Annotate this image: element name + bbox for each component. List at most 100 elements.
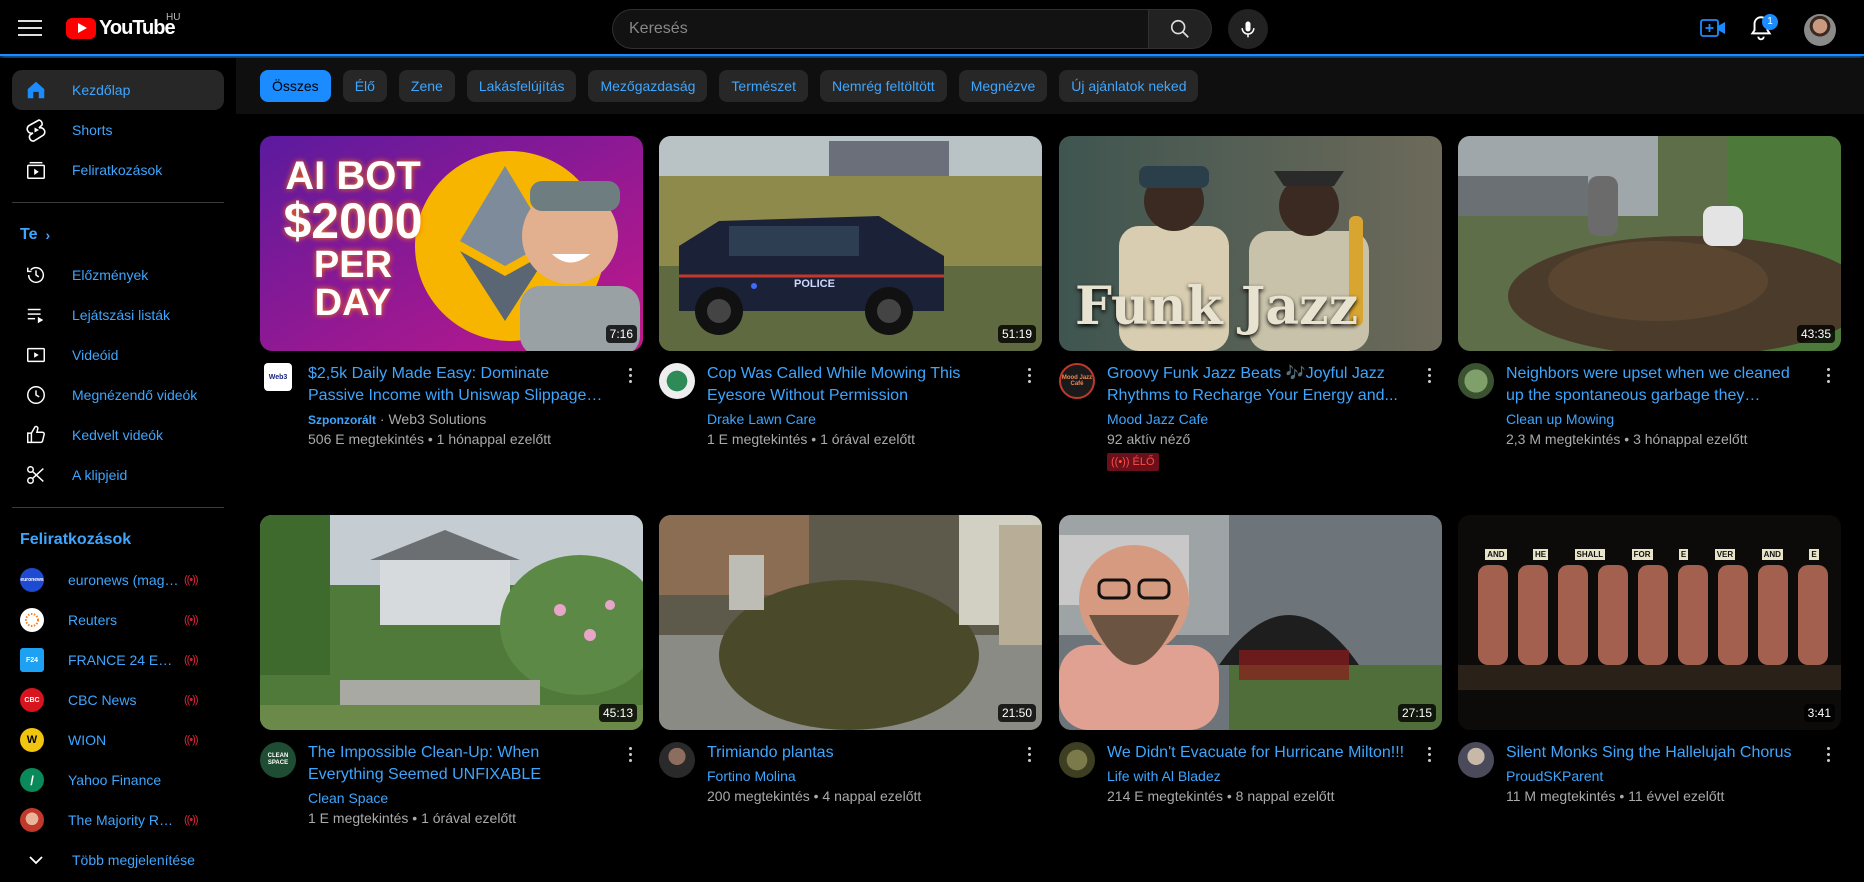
channel-name[interactable]: ProudSKParent <box>1506 768 1603 784</box>
channel-name[interactable]: Web3 Solutions <box>388 411 486 427</box>
video-duration: 51:19 <box>997 325 1036 343</box>
video-card: 27:15 We Didn't Evacuate for Hurricane M… <box>1059 515 1442 852</box>
video-duration: 27:15 <box>1397 704 1436 722</box>
chip-all[interactable]: Összes <box>260 70 331 102</box>
youtube-logo[interactable]: YouTube <box>66 16 176 40</box>
channel-name[interactable]: Clean Space <box>308 790 388 806</box>
sidebar-item-subscriptions[interactable]: Feliratkozások <box>12 150 224 190</box>
channel-avatar[interactable] <box>1458 742 1494 778</box>
chip-agriculture[interactable]: Mezőgazdaság <box>588 70 708 102</box>
account-avatar[interactable] <box>1804 14 1836 46</box>
sidebar-item-history[interactable]: Előzmények <box>12 255 224 295</box>
chip-recently-uploaded[interactable]: Nemrég feltöltött <box>819 70 947 102</box>
channel-avatar[interactable]: Mood Jazz Café <box>1059 363 1095 399</box>
channel-avatar[interactable]: Web3 <box>264 363 292 391</box>
video-title[interactable]: The Impossible Clean-Up: When Everything… <box>308 742 608 786</box>
more-options-icon[interactable] <box>1818 742 1838 766</box>
channel-avatar[interactable] <box>659 742 695 778</box>
video-card: AI BOT $2000 PER DAY 7:16 Web3 $2,5k Dai… <box>260 136 643 473</box>
chip-live[interactable]: Élő <box>342 70 387 102</box>
video-title[interactable]: Cop Was Called While Mowing This Eyesore… <box>707 363 1007 407</box>
create-button[interactable] <box>1700 16 1726 40</box>
more-options-icon[interactable] <box>1019 742 1039 766</box>
channel-name[interactable]: Life with Al Bladez <box>1107 768 1221 784</box>
video-thumbnail[interactable]: 43:35 <box>1458 136 1841 351</box>
channel-avatar <box>20 808 44 832</box>
video-stats: 92 aktív néző <box>1107 431 1191 447</box>
video-title[interactable]: Groovy Funk Jazz Beats 🎶Joyful Jazz Rhyt… <box>1107 363 1407 407</box>
sidebar-item-playlists[interactable]: Lejátszási listák <box>12 295 224 335</box>
video-thumbnail[interactable]: Funk Jazz <box>1059 136 1442 351</box>
menu-icon[interactable] <box>18 16 42 40</box>
video-title[interactable]: Neighbors were upset when we cleaned up … <box>1506 363 1806 407</box>
channel-name[interactable]: Mood Jazz Cafe <box>1107 411 1208 427</box>
subscription-item[interactable]: W WION ((•)) <box>12 720 224 760</box>
sidebar-item-clips[interactable]: A klipjeid <box>12 455 224 495</box>
video-thumbnail[interactable]: 45:13 <box>260 515 643 730</box>
video-channel: Szponzorált · Web3 Solutions <box>308 411 486 427</box>
sidebar-item-watch-later[interactable]: Megnézendő videók <box>12 375 224 415</box>
sidebar-you-header[interactable]: Te › <box>12 215 224 255</box>
subscription-item[interactable]: euronews euronews (magyar) ((•)) <box>12 560 224 600</box>
video-thumbnail[interactable]: 21:50 <box>659 515 1042 730</box>
video-stats: 214 E megtekintés • 8 nappal ezelőtt <box>1107 788 1335 804</box>
video-thumbnail[interactable]: 27:15 <box>1059 515 1442 730</box>
chip-watched[interactable]: Megnézve <box>958 70 1048 102</box>
chip-home-renovation[interactable]: Lakásfelújítás <box>466 70 577 102</box>
channel-name[interactable]: Clean up Mowing <box>1506 411 1614 427</box>
live-broadcast-icon: ((•)) <box>184 694 198 706</box>
voice-search-button[interactable] <box>1228 9 1268 49</box>
channel-name[interactable]: Drake Lawn Care <box>707 411 816 427</box>
show-more-button[interactable]: Több megjelenítése <box>12 840 224 880</box>
home-icon <box>24 78 48 102</box>
live-label: ÉLŐ <box>1132 456 1155 468</box>
subscription-item[interactable]: CBC CBC News ((•)) <box>12 680 224 720</box>
sidebar: Kezdőlap Shorts Feliratkozások Te › Előz… <box>0 58 236 882</box>
video-thumbnail[interactable]: POLICE 51:19 <box>659 136 1042 351</box>
more-options-icon[interactable] <box>1419 742 1439 766</box>
subscription-item[interactable]: The Majority Report ((•)) <box>12 800 224 840</box>
notification-count-badge: 1 <box>1762 14 1778 30</box>
sidebar-item-home[interactable]: Kezdőlap <box>12 70 224 110</box>
channel-avatar[interactable] <box>659 363 695 399</box>
channel-avatar[interactable] <box>1458 363 1494 399</box>
more-options-icon[interactable] <box>1818 363 1838 387</box>
more-options-icon[interactable] <box>1019 363 1039 387</box>
sidebar-item-liked-videos[interactable]: Kedvelt videók <box>12 415 224 455</box>
sidebar-item-shorts[interactable]: Shorts <box>12 110 224 150</box>
search-bar <box>612 9 1212 49</box>
chevron-down-icon <box>24 848 48 872</box>
more-options-icon[interactable] <box>620 363 640 387</box>
sidebar-item-label: Kedvelt videók <box>72 427 164 443</box>
subscription-name: CBC News <box>68 692 137 708</box>
video-thumbnail[interactable]: AND HE SHALL FOR E VER AND E 3:41 <box>1458 515 1841 730</box>
video-title[interactable]: Trimiando plantas <box>707 742 1007 764</box>
sidebar-item-label: Előzmények <box>72 267 149 283</box>
sidebar-item-label: Lejátszási listák <box>72 307 171 323</box>
show-more-label: Több megjelenítése <box>72 852 195 868</box>
sidebar-item-label: Feliratkozások <box>72 162 163 178</box>
subscription-item[interactable]: Reuters ((•)) <box>12 600 224 640</box>
chip-new-to-you[interactable]: Új ajánlatok neked <box>1059 70 1199 102</box>
channel-name[interactable]: Fortino Molina <box>707 768 796 784</box>
more-options-icon[interactable] <box>1419 363 1439 387</box>
video-title[interactable]: We Didn't Evacuate for Hurricane Milton!… <box>1107 742 1407 764</box>
video-title[interactable]: Silent Monks Sing the Hallelujah Chorus <box>1506 742 1806 764</box>
live-broadcast-icon: ((•)) <box>184 574 198 586</box>
video-thumbnail[interactable]: AI BOT $2000 PER DAY 7:16 <box>260 136 643 351</box>
channel-avatar <box>20 608 44 632</box>
search-input[interactable] <box>612 9 1148 49</box>
chip-music[interactable]: Zene <box>398 70 455 102</box>
video-title[interactable]: $2,5k Daily Made Easy: Dominate Passive … <box>308 363 608 407</box>
more-options-icon[interactable] <box>620 742 640 766</box>
video-stats: 2,3 M megtekintés • 3 hónappal ezelőtt <box>1506 431 1748 447</box>
subscription-item[interactable]: F24 FRANCE 24 English ((•)) <box>12 640 224 680</box>
sidebar-item-your-videos[interactable]: Videóid <box>12 335 224 375</box>
channel-avatar[interactable] <box>1059 742 1095 778</box>
video-card: 45:13 CLEAN SPACE The Impossible Clean-U… <box>260 515 643 852</box>
search-button[interactable] <box>1148 9 1212 49</box>
channel-avatar[interactable]: CLEAN SPACE <box>260 742 296 778</box>
your-videos-icon <box>24 343 48 367</box>
chip-nature[interactable]: Természet <box>719 70 808 102</box>
subscription-item[interactable]: / Yahoo Finance <box>12 760 224 800</box>
